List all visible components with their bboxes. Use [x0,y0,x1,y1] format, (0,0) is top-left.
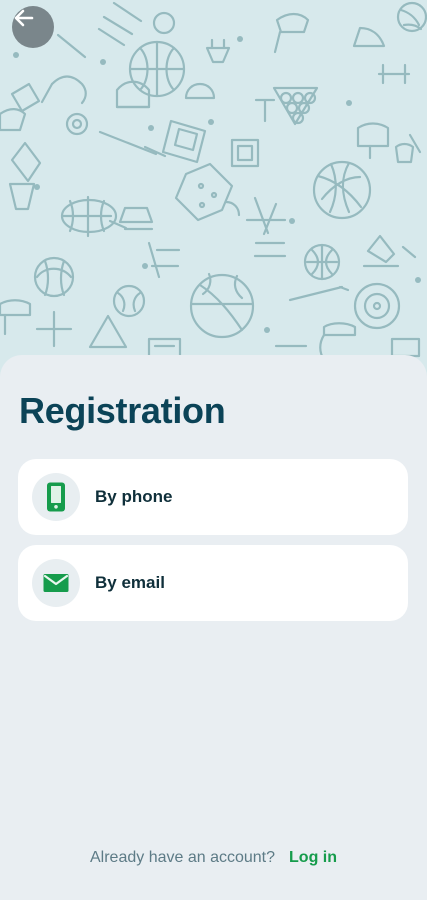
registration-screen: Registration By phone By email Already h… [0,0,427,900]
registration-sheet [0,355,427,900]
phone-icon-container [32,473,80,521]
login-prompt-text: Already have an account? [90,849,276,866]
login-link[interactable]: Log in [289,849,337,867]
sports-pattern-illustration [0,1,427,362]
back-button[interactable] [12,6,54,48]
page-title: Registration [19,390,226,431]
mail-icon [43,574,69,592]
register-by-email-button[interactable]: By email [18,545,408,621]
register-by-phone-button[interactable]: By phone [18,459,408,535]
mail-icon-container [32,559,80,607]
phone-icon [47,482,65,512]
sports-pattern-header [0,0,427,380]
register-by-phone-label: By phone [95,487,173,506]
register-by-email-label: By email [95,573,165,592]
back-arrow-icon [14,9,34,27]
login-prompt: Already have an account? Log in [0,845,427,871]
